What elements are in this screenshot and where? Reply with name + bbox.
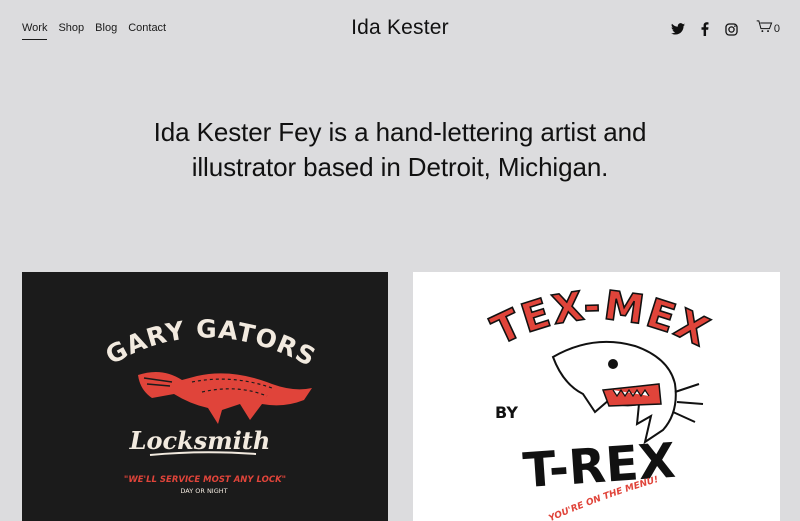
tex-mex-by: BY <box>495 403 518 422</box>
locksmith-script: Locksmith <box>129 426 271 455</box>
gary-gators-title: GARY GATORS <box>101 314 320 372</box>
intro-statement: Ida Kester Fey is a hand-lettering artis… <box>0 115 800 185</box>
cart-count: 0 <box>773 23 780 35</box>
intro-line-2: illustrator based in Detroit, Michigan. <box>191 152 609 182</box>
twitter-icon[interactable] <box>670 21 686 37</box>
facebook-icon[interactable] <box>697 21 713 37</box>
site-header: Work Shop Blog Contact Ida Kester 0 <box>0 0 800 58</box>
intro-line-1: Ida Kester Fey is a hand-lettering artis… <box>153 117 647 147</box>
trex-name: T-REX <box>521 433 677 499</box>
gallery-item-tex-mex[interactable]: TEX-MEX BY T-REX "YOU'RE ON THE MENU!" <box>413 272 780 521</box>
svg-text:GARY GATORS: GARY GATORS <box>101 314 321 372</box>
instagram-icon[interactable] <box>724 21 740 37</box>
gary-gators-subline: DAY OR NIGHT <box>180 487 227 495</box>
alligator-illustration <box>138 371 312 424</box>
gallery-item-gary-gators[interactable]: GARY GATORS Locksmith "WE'LL SERVICE MOS… <box>22 272 388 521</box>
social-links: 0 <box>659 20 780 38</box>
tex-mex-artwork: TEX-MEX BY T-REX "YOU'RE ON THE MENU!" <box>413 272 716 521</box>
trex-illustration <box>551 340 704 445</box>
cart-icon <box>756 20 773 38</box>
gary-gators-tagline: "WE'LL SERVICE MOST ANY LOCK" <box>124 475 286 485</box>
gary-gators-artwork: GARY GATORS Locksmith "WE'LL SERVICE MOS… <box>101 314 321 495</box>
cart-button[interactable]: 0 <box>756 20 780 38</box>
